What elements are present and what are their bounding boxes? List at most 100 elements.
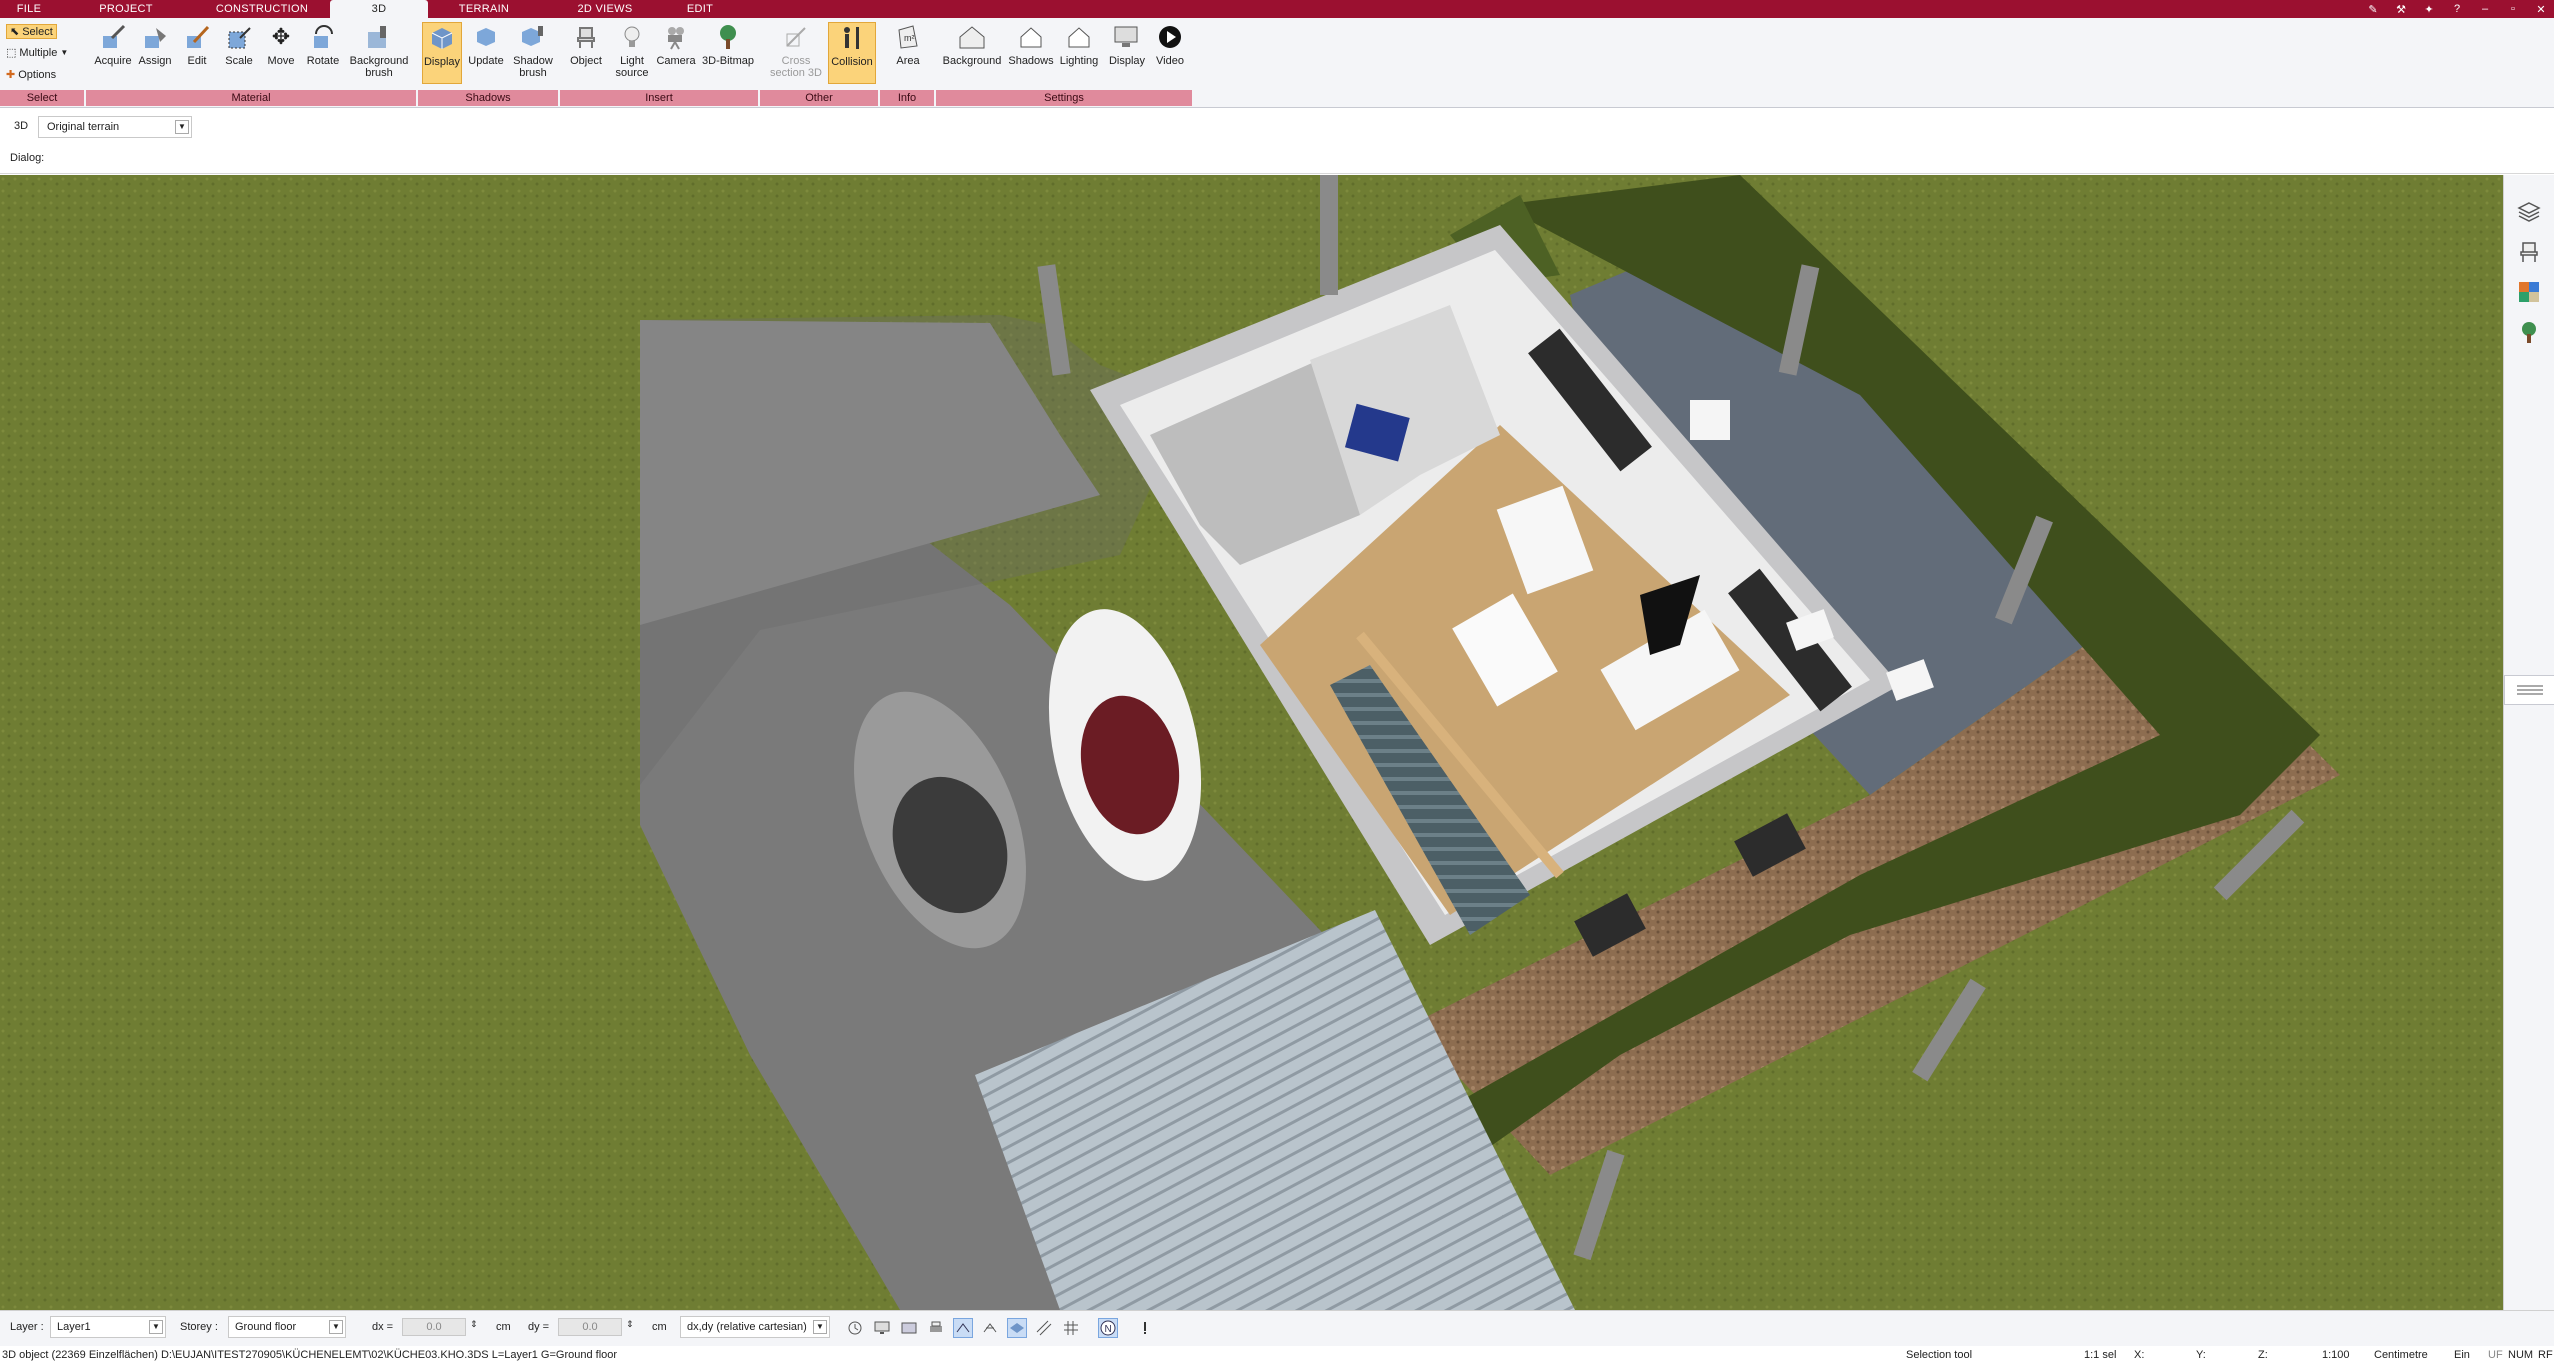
y-coord-label: Y: bbox=[2196, 1349, 2206, 1361]
chevron-down-icon: ▼ bbox=[149, 1320, 163, 1334]
layers-icon[interactable] bbox=[2514, 197, 2544, 227]
material-palette-icon[interactable] bbox=[2514, 277, 2544, 307]
panel-toggle-icon[interactable] bbox=[2504, 675, 2554, 705]
tree-icon bbox=[713, 22, 743, 52]
coord-mode-select[interactable]: dx,dy (relative cartesian) ▼ bbox=[680, 1316, 830, 1338]
group-label-insert: Insert bbox=[560, 90, 760, 106]
select-label: Select bbox=[22, 25, 53, 38]
move-button[interactable]: ✥ Move bbox=[261, 22, 301, 88]
chair-icon[interactable] bbox=[2514, 237, 2544, 267]
shadows-settings-button[interactable]: Shadows bbox=[1008, 22, 1054, 88]
info-bar: 3D object (22369 Einzelflächen) D:\EUJAN… bbox=[0, 1346, 2554, 1364]
camera-icon bbox=[661, 22, 691, 52]
view-row: 3D Original terrain ▼ bbox=[0, 112, 2554, 142]
minimize-icon[interactable]: – bbox=[2478, 3, 2492, 15]
wrench-icon[interactable]: ⚒ bbox=[2394, 3, 2408, 16]
print-icon[interactable] bbox=[926, 1318, 946, 1338]
group-label-settings: Settings bbox=[936, 90, 1194, 106]
tools-icon[interactable]: ✎ bbox=[2366, 3, 2380, 16]
tab-2d-views[interactable]: 2D VIEWS bbox=[540, 0, 670, 18]
scale-button[interactable]: Scale bbox=[219, 22, 259, 88]
tab-project[interactable]: PROJECT bbox=[58, 0, 194, 18]
snap-icon[interactable] bbox=[953, 1318, 973, 1338]
display-options-icon[interactable] bbox=[899, 1318, 919, 1338]
layer-label: Layer : bbox=[10, 1321, 44, 1333]
move-label: Move bbox=[267, 55, 295, 67]
3d-bitmap-button[interactable]: 3D-Bitmap bbox=[700, 22, 756, 88]
shadows-group: Display Update Shadow brush Shadows bbox=[418, 18, 560, 108]
monitor-icon bbox=[1112, 22, 1142, 52]
cursor-icon: ⬉ bbox=[10, 26, 20, 38]
dy-unit: cm bbox=[652, 1321, 667, 1333]
num-indicator: NUM bbox=[2508, 1349, 2534, 1361]
multiple-label: Multiple bbox=[19, 46, 58, 59]
display-settings-button[interactable]: Display bbox=[1104, 22, 1150, 88]
assign-button[interactable]: Assign bbox=[135, 22, 175, 88]
paint-bucket-icon bbox=[140, 22, 170, 52]
collision-label: Collision bbox=[831, 56, 873, 68]
select-group: ⬉ Select ⬚ Multiple ▼ ✚ Options Select bbox=[0, 18, 86, 108]
video-label: Video bbox=[1156, 55, 1184, 67]
multi-select-icon: ⬚ bbox=[6, 47, 17, 59]
collision-button[interactable]: Collision bbox=[828, 22, 876, 84]
background-brush-button[interactable]: Background brush bbox=[348, 22, 410, 88]
tree-icon[interactable] bbox=[2514, 317, 2544, 347]
tab-construction[interactable]: CONSTRUCTION bbox=[194, 0, 330, 18]
info-icon[interactable] bbox=[1135, 1318, 1155, 1338]
move-icon: ✥ bbox=[271, 24, 291, 49]
light-source-button[interactable]: Light source bbox=[612, 22, 652, 88]
north-icon[interactable]: N bbox=[1098, 1318, 1118, 1338]
dialog-row: Dialog: bbox=[0, 144, 2554, 174]
scale-value: 1:100 bbox=[2322, 1349, 2350, 1361]
layer-visibility-icon[interactable] bbox=[1007, 1318, 1027, 1338]
multiple-button[interactable]: ⬚ Multiple ▼ bbox=[6, 46, 68, 60]
chevron-down-icon: ▼ bbox=[175, 120, 189, 134]
tab-terrain[interactable]: TERRAIN bbox=[428, 0, 540, 18]
clock-icon[interactable] bbox=[845, 1318, 865, 1338]
select-button[interactable]: ⬉ Select bbox=[6, 24, 57, 39]
chevron-down-icon: ▼ bbox=[329, 1320, 343, 1334]
snap-grid-icon[interactable] bbox=[980, 1318, 1000, 1338]
palette-icon[interactable]: ✦ bbox=[2422, 3, 2436, 16]
object-button[interactable]: Object bbox=[566, 22, 606, 88]
monitor-icon[interactable] bbox=[872, 1318, 892, 1338]
display-settings-label: Display bbox=[1108, 55, 1146, 67]
3d-viewport[interactable] bbox=[0, 175, 2503, 1310]
help-icon[interactable]: ? bbox=[2450, 3, 2464, 15]
area-button[interactable]: m² Area bbox=[888, 22, 928, 88]
layer-value: Layer1 bbox=[57, 1321, 91, 1333]
options-button[interactable]: ✚ Options bbox=[6, 68, 56, 82]
camera-button[interactable]: Camera bbox=[656, 22, 696, 88]
dx-input[interactable]: 0.0 bbox=[402, 1318, 466, 1336]
current-tool: Selection tool bbox=[1906, 1349, 1973, 1361]
dy-input[interactable]: 0.0 bbox=[558, 1318, 622, 1336]
shadows-display-button[interactable]: Display bbox=[422, 22, 462, 84]
tab-edit[interactable]: EDIT bbox=[670, 0, 730, 18]
tab-file[interactable]: FILE bbox=[0, 0, 58, 18]
x-coord-label: X: bbox=[2134, 1349, 2145, 1361]
tab-3d[interactable]: 3D bbox=[330, 0, 428, 18]
spinner-icon[interactable]: ⇕ bbox=[626, 1319, 634, 1330]
view-select[interactable]: Original terrain ▼ bbox=[38, 116, 192, 138]
maximize-icon[interactable]: ▫ bbox=[2506, 3, 2520, 15]
view-tag: 3D bbox=[14, 120, 29, 132]
rotate-icon bbox=[308, 22, 338, 52]
close-icon[interactable]: ✕ bbox=[2534, 3, 2548, 16]
storey-select[interactable]: Ground floor ▼ bbox=[228, 1316, 346, 1338]
shadows-update-button[interactable]: Update bbox=[466, 22, 506, 88]
info-group: m² Area Info bbox=[880, 18, 936, 108]
grid-icon[interactable] bbox=[1061, 1318, 1081, 1338]
hatch-icon[interactable] bbox=[1034, 1318, 1054, 1338]
acquire-button[interactable]: Acquire bbox=[93, 22, 133, 88]
spinner-icon[interactable]: ⇕ bbox=[470, 1319, 478, 1330]
play-icon bbox=[1155, 22, 1185, 52]
video-button[interactable]: Video bbox=[1150, 22, 1190, 88]
cross-section-3d-button[interactable]: Cross section 3D bbox=[770, 22, 822, 88]
background-button[interactable]: Background bbox=[940, 22, 1004, 88]
layer-select[interactable]: Layer1 ▼ bbox=[50, 1316, 166, 1338]
shadow-brush-button[interactable]: Shadow brush bbox=[510, 22, 556, 88]
lighting-button[interactable]: Lighting bbox=[1056, 22, 1102, 88]
rotate-button[interactable]: Rotate bbox=[303, 22, 343, 88]
edit-material-button[interactable]: Edit bbox=[177, 22, 217, 88]
pencil-icon bbox=[182, 22, 212, 52]
